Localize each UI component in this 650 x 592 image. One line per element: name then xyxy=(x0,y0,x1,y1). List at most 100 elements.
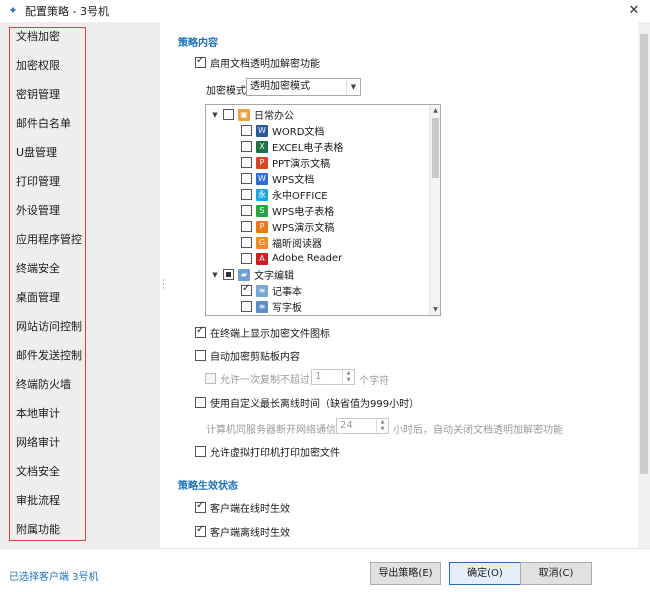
scroll-down-icon[interactable]: ▼ xyxy=(430,304,440,315)
checkbox-box[interactable] xyxy=(223,269,234,280)
wordpad-icon: ≡ xyxy=(256,300,268,313)
checkbox-box[interactable] xyxy=(195,524,206,537)
tree-item[interactable]: X EXCEL电子表格 xyxy=(241,139,343,154)
tree-item[interactable]: ≡ 记事本 xyxy=(241,283,302,298)
sidebar-item-auxiliary-features[interactable]: 附属功能 xyxy=(16,521,88,539)
policy-app-icon: ✦ xyxy=(8,4,18,17)
show-encrypted-icon-checkbox[interactable]: 在终端上显示加密文件图标 xyxy=(195,325,330,340)
excel-icon: X xyxy=(256,140,268,153)
checkbox-box[interactable] xyxy=(241,157,252,168)
tree-item[interactable]: A Adobe Reader xyxy=(241,251,342,266)
checkbox-box[interactable] xyxy=(195,396,206,408)
tree-item-label: WPS文档 xyxy=(272,175,315,186)
stepper-value: 1 xyxy=(315,371,322,382)
custom-offline-time-checkbox[interactable]: 使用自定义最长离线时间（缺省值为999小时） xyxy=(195,395,420,410)
sidebar-item-desktop-management[interactable]: 桌面管理 xyxy=(16,289,88,307)
ppt-icon: P xyxy=(256,156,268,169)
checkbox-box[interactable] xyxy=(195,445,206,457)
tree-item[interactable]: S WPS电子表格 xyxy=(241,203,334,218)
checkbox-box[interactable] xyxy=(241,205,252,216)
sidebar-item-encryption-permissions[interactable]: 加密权限 xyxy=(16,57,88,75)
checkbox-box[interactable] xyxy=(241,301,252,312)
sidebar-item-document-encryption[interactable]: 文档加密 xyxy=(16,28,88,46)
sidebar-item-website-access-control[interactable]: 网站访问控制 xyxy=(16,318,88,336)
section-title-policy-content: 策略内容 xyxy=(178,38,218,49)
checkbox-label: 使用自定义最长离线时间（缺省值为999小时） xyxy=(210,398,420,410)
tree-item[interactable]: 永 永中OFFICE xyxy=(241,187,328,202)
collapse-arrow-icon[interactable]: ▼ xyxy=(210,111,220,119)
chevron-down-icon[interactable]: ▼ xyxy=(346,79,360,95)
sidebar-item-approval-workflow[interactable]: 审批流程 xyxy=(16,492,88,510)
checkbox-box[interactable] xyxy=(241,141,252,152)
collapse-arrow-icon[interactable]: ▼ xyxy=(210,271,220,279)
wps-sheet-icon: S xyxy=(256,204,268,217)
sidebar-item-mail-send-control[interactable]: 邮件发送控制 xyxy=(16,347,88,365)
folder-icon: ▣ xyxy=(238,108,250,121)
sidebar-item-print-management[interactable]: 打印管理 xyxy=(16,173,88,191)
auto-encrypt-clipboard-checkbox[interactable]: 自动加密剪贴板内容 xyxy=(195,348,300,363)
sidebar-item-application-control[interactable]: 应用程序管控 xyxy=(16,231,88,249)
effective-online-checkbox[interactable]: 客户端在线时生效 xyxy=(195,500,290,515)
sidebar-item-document-security[interactable]: 文档安全 xyxy=(16,463,88,481)
tree-scrollbar[interactable]: ▲ ▼ xyxy=(429,105,440,315)
checkbox-box[interactable] xyxy=(241,189,252,200)
tree-item[interactable]: ≡ 写字板 xyxy=(241,299,302,314)
enable-transparent-encryption-checkbox[interactable]: 启用文档透明加解密功能 xyxy=(195,55,320,70)
section-title-policy-status: 策略生效状态 xyxy=(178,481,238,492)
checkbox-label: 允许虚拟打印机打印加密文件 xyxy=(210,447,340,459)
sidebar-item-key-management[interactable]: 密钥管理 xyxy=(16,86,88,104)
scrollbar-thumb[interactable] xyxy=(640,34,648,474)
sidebar-item-endpoint-security[interactable]: 终端安全 xyxy=(16,260,88,278)
virtual-printer-checkbox[interactable]: 允许虚拟打印机打印加密文件 xyxy=(195,444,340,459)
sidebar-item-mail-whitelist[interactable]: 邮件白名单 xyxy=(16,115,88,133)
stepper-arrows-icon: ▲ ▼ xyxy=(376,419,388,433)
tree-item-label: WORD文档 xyxy=(272,127,325,138)
cancel-button[interactable]: 取消(C) xyxy=(520,562,592,585)
tree-group-text-editing[interactable]: ▼ ▰ 文字编辑 xyxy=(210,267,294,282)
wps-presentation-icon: P xyxy=(256,220,268,233)
checkbox-box[interactable] xyxy=(241,237,252,248)
tree-item-label: Adobe Reader xyxy=(272,253,343,264)
close-icon[interactable]: ✕ xyxy=(626,3,642,19)
checkbox-box[interactable] xyxy=(223,109,234,120)
tree-item[interactable]: P WPS演示文稿 xyxy=(241,219,334,234)
application-tree[interactable]: ▼ ▣ 日常办公 W WORD文档 X EXCEL电子表格 P PPT演示文稿 … xyxy=(205,104,441,316)
checkbox-box[interactable] xyxy=(195,349,206,361)
sidebar-item-peripheral-management[interactable]: 外设管理 xyxy=(16,202,88,220)
copy-chars-stepper: 1 ▲ ▼ xyxy=(311,369,355,385)
checkbox-box xyxy=(205,372,216,384)
checkbox-box[interactable] xyxy=(241,253,252,264)
offline-hours-suffix: 小时后，自动关闭文档透明加解密功能 xyxy=(393,425,563,436)
sidebar-item-local-audit[interactable]: 本地审计 xyxy=(16,405,88,423)
checkbox-box[interactable] xyxy=(241,283,252,296)
checkbox-box[interactable] xyxy=(241,221,252,232)
tree-group-daily-office[interactable]: ▼ ▣ 日常办公 xyxy=(210,107,294,122)
content-scrollbar[interactable] xyxy=(638,22,650,548)
word-icon: W xyxy=(256,124,268,137)
panel-splitter[interactable]: · · · xyxy=(162,277,166,294)
encryption-mode-select[interactable]: 透明加密模式 ▼ xyxy=(246,78,361,96)
tree-item[interactable]: W WORD文档 xyxy=(241,123,324,138)
checkbox-box[interactable] xyxy=(195,55,206,68)
wps-writer-icon: W xyxy=(256,172,268,185)
checkbox-box[interactable] xyxy=(241,125,252,136)
tree-item[interactable]: P PPT演示文稿 xyxy=(241,155,330,170)
sidebar-item-network-audit[interactable]: 网络审计 xyxy=(16,434,88,452)
scrollbar-thumb[interactable] xyxy=(432,118,439,178)
sidebar-item-usb-management[interactable]: U盘管理 xyxy=(16,144,88,162)
checkbox-label: 自动加密剪贴板内容 xyxy=(210,351,300,363)
checkbox-label: 允许一次复制不超过 xyxy=(220,374,310,386)
tree-item-label: WPS电子表格 xyxy=(272,207,335,218)
effective-offline-checkbox[interactable]: 客户端离线时生效 xyxy=(195,524,290,539)
scroll-up-icon[interactable]: ▲ xyxy=(430,105,440,116)
sidebar-item-endpoint-firewall[interactable]: 终端防火墙 xyxy=(16,376,88,394)
sidebar-nav-list: 文档加密 加密权限 密钥管理 邮件白名单 U盘管理 打印管理 外设管理 应用程序… xyxy=(9,27,86,541)
checkbox-box[interactable] xyxy=(195,500,206,513)
checkbox-box[interactable] xyxy=(195,325,206,338)
adobe-reader-icon: A xyxy=(256,252,268,265)
tree-item[interactable]: G 福昕阅读器 xyxy=(241,235,322,250)
checkbox-box[interactable] xyxy=(241,173,252,184)
export-policy-button[interactable]: 导出策略(E) xyxy=(370,562,441,585)
tree-item[interactable]: W WPS文档 xyxy=(241,171,314,186)
ok-button[interactable]: 确定(O) xyxy=(449,562,521,585)
